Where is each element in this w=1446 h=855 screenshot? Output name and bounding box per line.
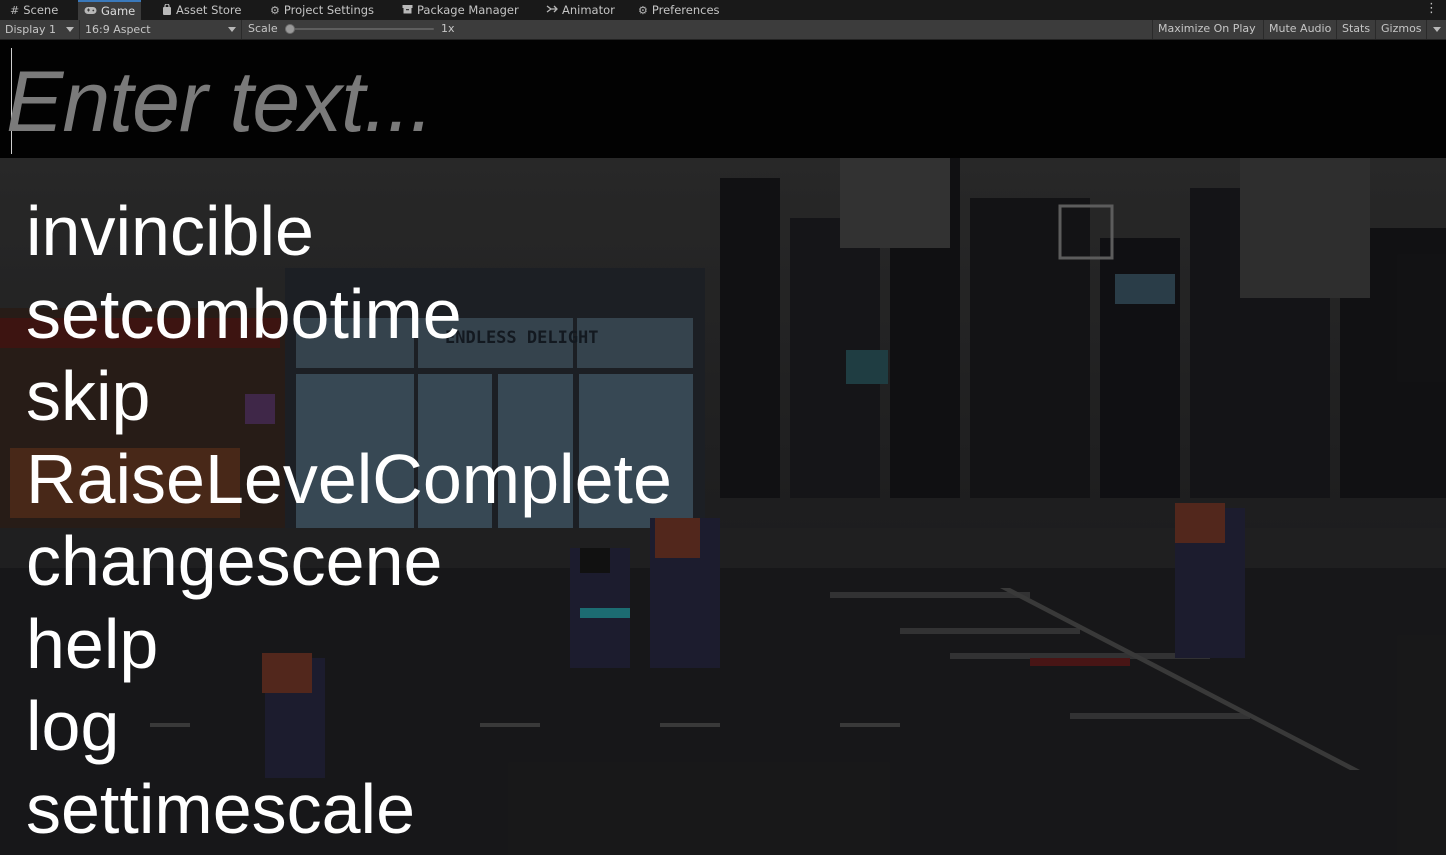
tab-label: Project Settings	[283, 3, 375, 17]
suggestion-item[interactable]: help	[26, 603, 672, 686]
suggestion-item[interactable]: invincible	[26, 190, 672, 273]
display-dropdown[interactable]: Display 1	[0, 20, 80, 39]
tab-asset-store[interactable]: Asset Store	[156, 0, 248, 20]
console-input-bar[interactable]: Enter text...	[0, 40, 1446, 158]
chevron-down-icon	[1433, 27, 1441, 32]
tab-label: Package Manager	[417, 3, 519, 17]
tab-label: Animator	[562, 3, 615, 17]
tab-animator[interactable]: Animator	[540, 0, 621, 20]
box-icon	[402, 4, 413, 16]
chevron-down-icon	[228, 27, 236, 32]
tab-project-settings[interactable]: ⚙ Project Settings	[264, 0, 380, 20]
aspect-dropdown[interactable]: 16:9 Aspect	[80, 20, 242, 39]
mute-audio-toggle[interactable]: Mute Audio	[1263, 20, 1336, 39]
suggestion-item[interactable]: RaiseLevelComplete	[26, 438, 672, 521]
console-input-placeholder[interactable]: Enter text...	[6, 52, 434, 152]
game-toolbar: Display 1 16:9 Aspect Scale 1x Maximize …	[0, 20, 1446, 40]
suggestion-item[interactable]: skip	[26, 355, 672, 438]
display-value: Display 1	[5, 23, 57, 36]
more-options-icon[interactable]: ⋮	[1425, 1, 1438, 16]
scale-value: 1x	[441, 22, 455, 35]
scale-slider-track[interactable]	[288, 28, 434, 30]
game-viewport[interactable]: ENDLESS DELIGHT Enter text... invincible…	[0, 40, 1446, 855]
tab-label: Game	[101, 4, 136, 18]
tab-preferences[interactable]: ⚙ Preferences	[632, 0, 726, 20]
chevron-down-icon	[66, 27, 74, 32]
scale-label: Scale	[248, 22, 278, 35]
suggestion-item[interactable]: log	[26, 685, 672, 768]
tab-game[interactable]: Game	[78, 0, 142, 20]
gear-icon: ⚙	[270, 3, 280, 17]
gamepad-icon	[84, 6, 97, 17]
command-suggestion-list: invincible setcombotime skip RaiseLevelC…	[26, 190, 672, 850]
gizmos-dropdown[interactable]	[1426, 20, 1446, 39]
tab-label: Preferences	[651, 3, 720, 17]
tab-package-manager[interactable]: Package Manager	[396, 0, 525, 20]
suggestion-item[interactable]: setcombotime	[26, 273, 672, 356]
grid-icon: #	[10, 3, 20, 17]
suggestion-item[interactable]: changescene	[26, 520, 672, 603]
scale-slider-handle[interactable]	[285, 24, 295, 34]
tab-scene[interactable]: # Scene	[4, 0, 64, 20]
animator-icon	[546, 4, 558, 16]
gear-icon: ⚙	[638, 3, 648, 17]
bag-icon	[162, 2, 172, 17]
tab-label: Scene	[23, 3, 59, 17]
stats-toggle[interactable]: Stats	[1336, 20, 1375, 39]
tab-label: Asset Store	[176, 3, 242, 17]
aspect-value: 16:9 Aspect	[85, 23, 151, 36]
gizmos-toggle[interactable]: Gizmos	[1375, 20, 1426, 39]
maximize-on-play-toggle[interactable]: Maximize On Play	[1152, 20, 1261, 39]
suggestion-item[interactable]: settimescale	[26, 768, 672, 851]
editor-tab-bar: # Scene Game Asset Store ⚙ Project Setti…	[0, 0, 1446, 21]
